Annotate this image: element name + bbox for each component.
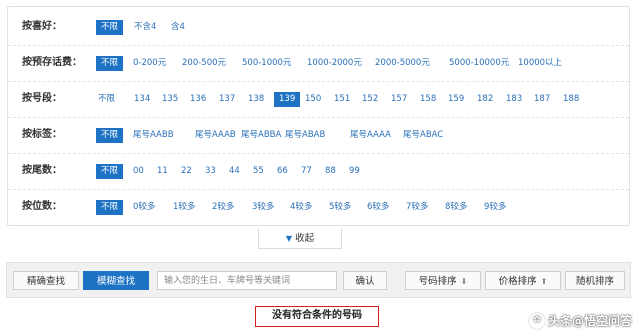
filter-option[interactable]: 2较多 xyxy=(210,200,236,215)
sort-by-number-label: 号码排序 xyxy=(418,276,457,287)
filter-option[interactable]: 不限 xyxy=(96,20,124,35)
filter-option[interactable]: 157 xyxy=(389,92,409,107)
filter-option[interactable]: 99 xyxy=(347,164,362,179)
filter-option[interactable]: 5000-10000元 xyxy=(447,56,511,71)
no-result-message: 没有符合条件的号码 xyxy=(255,306,379,327)
sort-by-number-button[interactable]: 号码排序 ⬇ xyxy=(405,271,481,290)
filter-option[interactable]: 183 xyxy=(504,92,524,107)
filter-option[interactable]: 0-200元 xyxy=(131,56,168,71)
random-sort-button[interactable]: 随机排序 xyxy=(565,271,625,290)
filter-row-label: 按号段： xyxy=(22,93,62,104)
filter-row-label: 按尾数： xyxy=(22,165,62,176)
filter-option[interactable]: 134 xyxy=(132,92,152,107)
arrow-up-icon: ⬆ xyxy=(540,277,548,286)
filter-option[interactable]: 66 xyxy=(275,164,290,179)
filter-option[interactable]: 135 xyxy=(160,92,180,107)
filter-option[interactable]: 159 xyxy=(446,92,466,107)
filter-option[interactable]: 尾号ABAB xyxy=(283,128,327,143)
filter-option[interactable]: 6较多 xyxy=(365,200,391,215)
filter-option[interactable]: 55 xyxy=(251,164,266,179)
filter-option[interactable]: 尾号ABAC xyxy=(401,128,445,143)
filter-option[interactable]: 7较多 xyxy=(404,200,430,215)
filter-option[interactable]: 200-500元 xyxy=(180,56,228,71)
filter-option[interactable]: 182 xyxy=(475,92,495,107)
search-bar: 精确查找 模糊查找 确认 号码排序⬇ 价格排序⬆ 随机排序 xyxy=(6,262,631,298)
filter-row-label: 按位数： xyxy=(22,201,62,212)
watermark-logo-icon: ✿ xyxy=(528,313,545,329)
filter-option[interactable]: 1000-2000元 xyxy=(305,56,364,71)
filter-option[interactable]: 136 xyxy=(188,92,208,107)
filter-option[interactable]: 不限 xyxy=(96,164,124,179)
filter-option[interactable]: 138 xyxy=(246,92,266,107)
filter-row: 按位数： 不限 0较多 1较多 2较多 3较多 4较多 5较多 6较多 7较多 8较多 9较多 xyxy=(8,189,629,225)
filter-option[interactable]: 139 xyxy=(274,92,301,107)
filter-option[interactable]: 137 xyxy=(217,92,237,107)
filter-option[interactable]: 2000-5000元 xyxy=(373,56,432,71)
watermark-text: 头条@悟空问答 xyxy=(547,313,632,328)
filter-option[interactable]: 11 xyxy=(155,164,170,179)
filter-option[interactable]: 00 xyxy=(131,164,146,179)
filter-option[interactable]: 88 xyxy=(323,164,338,179)
filter-option[interactable]: 9较多 xyxy=(482,200,508,215)
exact-search-tab[interactable]: 精确查找 xyxy=(13,271,79,290)
filter-row: 按尾数： 不限 00 11 22 33 44 55 66 77 88 99 xyxy=(8,153,629,190)
filter-option[interactable]: 152 xyxy=(360,92,380,107)
filter-option[interactable]: 0较多 xyxy=(131,200,157,215)
filter-option[interactable]: 含4 xyxy=(169,20,187,35)
filter-option[interactable]: 尾号ABBA xyxy=(239,128,283,143)
sort-by-price-button[interactable]: 价格排序 ⬆ xyxy=(485,271,561,290)
filter-option[interactable]: 不限 xyxy=(96,200,124,215)
filter-option[interactable]: 尾号AABB xyxy=(131,128,176,143)
filter-option[interactable]: 33 xyxy=(203,164,218,179)
filter-row-label: 按喜好： xyxy=(22,21,62,32)
filter-option[interactable]: 158 xyxy=(418,92,438,107)
filter-option[interactable]: 不含4 xyxy=(132,20,158,35)
filter-option[interactable]: 77 xyxy=(299,164,314,179)
sort-by-price-label: 价格排序 xyxy=(498,276,537,287)
filter-option[interactable]: 尾号AAAB xyxy=(193,128,238,143)
filter-option[interactable]: 500-1000元 xyxy=(240,56,293,71)
watermark: ✿ 头条@悟空问答 xyxy=(528,312,632,329)
filter-option[interactable]: 1较多 xyxy=(171,200,197,215)
filter-option[interactable]: 8较多 xyxy=(443,200,469,215)
collapse-label: 收起 xyxy=(295,233,315,244)
chevron-down-icon: ▼ xyxy=(285,234,293,243)
filter-option[interactable]: 188 xyxy=(561,92,581,107)
filter-option[interactable]: 不限 xyxy=(96,56,124,71)
filter-panel: 按喜好： 不限 不含4 含4 按预存话费： 不限 0-200元 200-500元 500-100… xyxy=(7,6,630,226)
filter-option[interactable]: 22 xyxy=(179,164,194,179)
filter-option[interactable]: 不限 xyxy=(96,92,117,107)
filter-row: 按喜好： 不限 不含4 含4 xyxy=(8,9,629,46)
filter-option[interactable]: 不限 xyxy=(96,128,124,143)
filter-row-label: 按预存话费： xyxy=(22,57,82,68)
filter-option[interactable]: 187 xyxy=(532,92,552,107)
filter-option[interactable]: 150 xyxy=(303,92,323,107)
filter-row: 按预存话费： 不限 0-200元 200-500元 500-1000元 1000-2000… xyxy=(8,45,629,82)
filter-option[interactable]: 尾号AAAA xyxy=(348,128,393,143)
filter-option[interactable]: 5较多 xyxy=(327,200,353,215)
filter-row: 按号段： 不限 134 135 136 137 138 139 150 151 152 157 158 1… xyxy=(8,81,629,118)
filter-option[interactable]: 151 xyxy=(332,92,352,107)
fuzzy-search-tab[interactable]: 模糊查找 xyxy=(83,271,149,290)
keyword-search-input[interactable] xyxy=(157,271,337,290)
arrow-down-icon: ⬇ xyxy=(460,277,468,286)
filter-row-label: 按标签： xyxy=(22,129,62,140)
filter-row: 按标签： 不限 尾号AABB 尾号AAAB 尾号ABBA 尾号ABAB 尾号AAAA 尾号AB… xyxy=(8,117,629,154)
confirm-button[interactable]: 确认 xyxy=(343,271,387,290)
filter-option[interactable]: 10000以上 xyxy=(516,56,564,71)
filter-option[interactable]: 44 xyxy=(227,164,242,179)
filter-option[interactable]: 4较多 xyxy=(288,200,314,215)
collapse-button[interactable]: ▼ 收起 xyxy=(258,229,342,249)
filter-option[interactable]: 3较多 xyxy=(250,200,276,215)
